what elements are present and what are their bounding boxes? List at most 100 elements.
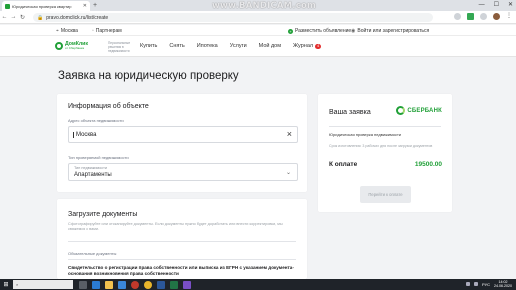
total-amount: 19500.00 [414,161,442,168]
total-label: К оплате [329,161,358,168]
location-pin-icon: ⌖ [56,28,59,34]
browser-tab[interactable]: Юридическая проверка квартир ✕ [2,1,90,11]
edge-icon[interactable] [92,280,100,289]
maximize-icon[interactable]: ☐ [494,0,499,10]
windows-taskbar: ⊞ ⌕ РУС 14:02 24.06.2020 [0,279,516,290]
word-icon[interactable] [157,280,165,289]
url-text: pravo.domclick.ru/list/create [46,14,109,21]
logo-mark-icon [55,42,63,50]
app-icon[interactable] [183,280,191,289]
sberbank-mark-icon [396,106,406,115]
windows-start-icon[interactable]: ⊞ [0,279,12,290]
place-ad-label: Разместить объявление [295,28,352,34]
menu-kebab-icon[interactable]: ⋮ [506,13,512,20]
browser-toolbar: ⋮ [454,13,512,20]
pay-button[interactable]: Перейти к оплате [360,186,411,203]
place-ad-link[interactable]: + Разместить объявление [288,28,351,34]
sberbank-logo: СБЕРБАНК [396,106,442,115]
forward-icon[interactable]: → [9,14,18,20]
section-divider [329,126,441,127]
menu-item-buy[interactable]: Купить [140,43,157,49]
address-label: Адрес объекта недвижимости [68,118,124,123]
system-tray: РУС 14:02 24.06.2020 [465,280,512,288]
bank-name: СБЕРБАНК [407,107,442,114]
recording-watermark: www.BANDICAM.com [212,1,317,11]
object-info-heading: Информация об объекте [68,103,149,110]
menu-item-services[interactable]: Услуги [230,43,247,49]
property-type-select[interactable]: Тип недвижимости Апартаменты ⌄ [68,163,298,181]
taskbar-search[interactable]: ⌕ [13,280,73,289]
menu-item-rent[interactable]: Снять [169,43,184,49]
briefcase-icon: ▫ [92,28,94,34]
menu-item-journal[interactable]: Журнал 4 [293,43,322,49]
file-explorer-icon[interactable] [105,280,113,289]
address-input[interactable]: Москва × [68,126,298,143]
clock[interactable]: 14:02 24.06.2020 [494,280,512,288]
lock-icon: 🔒 [37,14,44,21]
documents-description: Сфотографируйте или отсканируйте докумен… [68,222,283,231]
document-item[interactable]: Свидетельство о регистрации права собств… [68,265,294,279]
profile-avatar[interactable] [493,13,500,20]
address-bar-row: ← → ↻ 🔒 pravo.domclick.ru/list/create ⋮ [0,11,516,24]
site-logo[interactable]: ДомКлик от Сбербанка [55,41,88,50]
back-icon[interactable]: ← [0,14,9,20]
volume-icon[interactable] [473,282,478,286]
window-controls: — ☐ ✕ [479,0,513,10]
property-type-value: Апартаменты [74,172,112,178]
required-documents-label: Обязательные документы [68,251,117,256]
language-indicator[interactable]: РУС [482,282,490,287]
taskbar-apps [79,280,191,289]
task-view-icon[interactable] [79,280,87,289]
extension-icon[interactable] [467,13,474,20]
store-icon[interactable] [118,280,126,289]
partners-label: Партнерам [95,28,122,34]
main-header: ДомКлик от Сбербанка Персональные решени… [0,36,516,57]
documents-card: Загрузите документы Сфотографируйте или … [57,199,307,279]
property-type-inner-label: Тип недвижимости [74,166,108,170]
url-input[interactable]: 🔒 pravo.domclick.ru/list/create [33,13,433,22]
city-selector[interactable]: ⌖ Москва [56,28,78,34]
main-menu: Купить Снять Ипотека Услуги Мой дом Журн… [140,43,322,49]
menu-item-mortgage[interactable]: Ипотека [197,43,218,49]
chevron-down-icon: ⌄ [285,170,291,176]
property-type-label: Тип проверяемой недвижимости [68,155,129,160]
site-tagline: Персональные решения в недвижимости [108,41,131,53]
order-line-item: Юридическая проверка недвижимости [329,132,402,137]
menu-item-journal-label: Журнал [293,43,314,49]
new-tab-icon[interactable]: + [93,1,97,10]
documents-heading: Загрузите документы [68,211,138,218]
city-label: Москва [60,28,78,34]
clear-input-icon[interactable]: × [287,130,292,139]
plus-icon: + [288,28,293,34]
journal-count-badge: 4 [315,43,322,49]
order-note: Срок изготовления: 3 рабочих дня после з… [329,144,433,148]
login-link[interactable]: ◉ Войти или зарегистрироваться [351,28,429,34]
chrome-icon[interactable] [144,280,152,289]
excel-icon[interactable] [170,280,178,289]
network-icon[interactable] [465,282,470,286]
clock-date: 24.06.2020 [494,284,512,288]
extension-icon[interactable] [480,13,487,20]
logo-subtitle: от Сбербанка [65,46,85,50]
login-label: Войти или зарегистрироваться [357,28,430,34]
search-icon: ⌕ [16,282,19,287]
address-value: Москва [76,131,97,138]
close-tab-icon[interactable]: ✕ [83,3,87,9]
minimize-icon[interactable]: — [479,0,485,10]
object-info-card: Информация об объекте Адрес объекта недв… [57,94,307,192]
page-title: Заявка на юридическую проверку [58,70,239,82]
star-icon[interactable] [454,13,461,20]
bandicam-icon[interactable] [131,280,139,289]
tab-title: Юридическая проверка квартир [12,3,72,9]
section-divider [68,241,296,242]
user-icon: ◉ [351,28,356,34]
partners-link[interactable]: ▫ Партнерам [92,28,122,34]
menu-item-my-home[interactable]: Мой дом [259,43,281,49]
order-summary-card: Ваша заявка СБЕРБАНК Юридическая проверк… [318,94,452,212]
site-favicon-icon [5,3,10,9]
text-cursor [73,131,74,138]
site-top-bar: ⌖ Москва ▫ Партнерам + Разместить объявл… [0,25,516,36]
section-divider [68,259,296,260]
reload-icon[interactable]: ↻ [18,14,27,21]
close-window-icon[interactable]: ✕ [508,0,513,10]
